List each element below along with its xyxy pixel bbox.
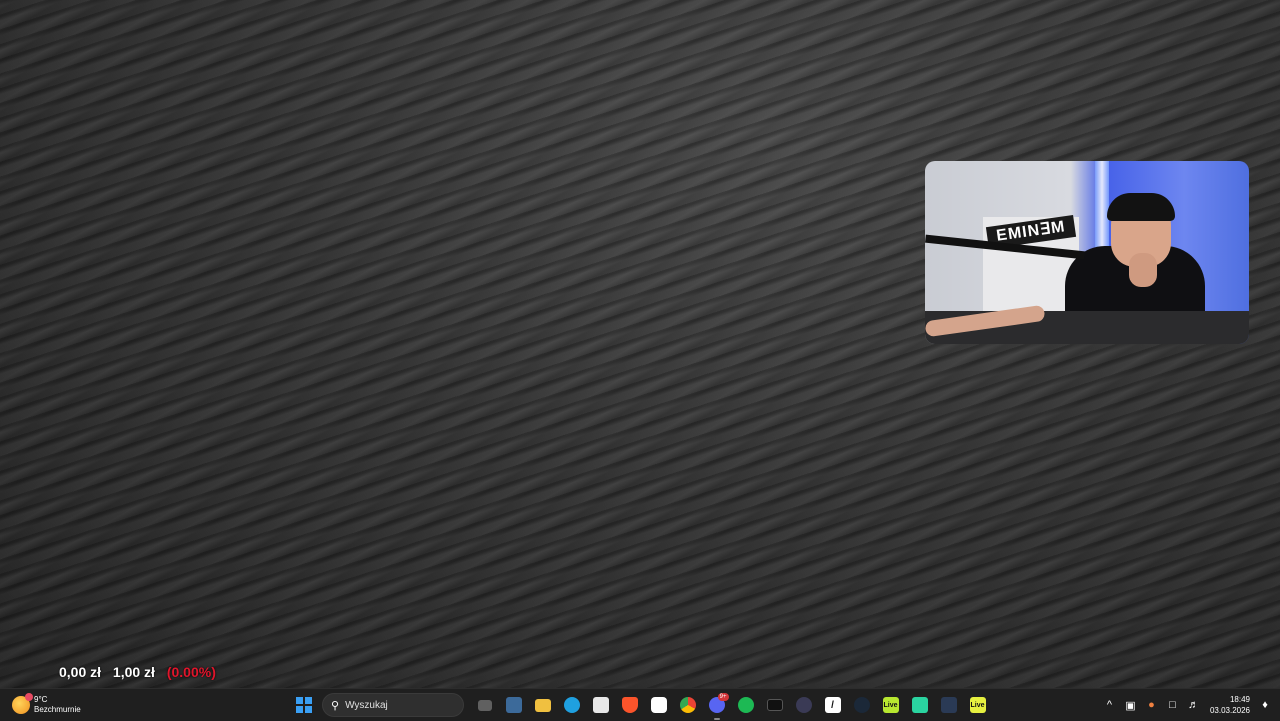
spotify-button[interactable] [734,693,758,717]
cloud-icon [650,697,667,713]
network-icon[interactable]: □ [1163,695,1181,715]
weather-text: 9°C Bezchmurnie [34,695,81,715]
weather-temp: 9°C [34,695,48,704]
notifications-bell-icon[interactable]: ♦ [1258,695,1272,715]
weather-widget[interactable]: 9°C Bezchmurnie [12,693,81,717]
store-icon [592,697,609,713]
davinci-button[interactable] [937,693,961,717]
live-icon: Live [882,697,899,713]
taskbar: 9°C Bezchmurnie ⚲ Wyszukaj 9+ / Live Liv… [0,688,1280,721]
task-view-button[interactable] [473,693,497,717]
widgets-icon [505,697,522,713]
spotify-icon [737,697,754,713]
bandana [1107,193,1175,221]
steam-button[interactable] [850,693,874,717]
search-icon: ⚲ [331,699,340,712]
microphone-icon[interactable]: ● [1142,695,1160,715]
streamer-hand [1129,253,1157,287]
live-icon: Live [969,697,986,713]
taskbar-center: ⚲ Wyszukaj 9+ / Live Live [289,689,992,721]
chrome-icon [679,697,696,713]
epic-icon: / [824,697,841,713]
terminal-icon [766,699,783,711]
widgets-button[interactable] [502,693,526,717]
edge-icon [563,697,580,713]
search-placeholder: Wyszukaj [345,699,388,711]
volume-icon[interactable]: ♬ [1184,695,1202,715]
stock-change: (0.00%) [166,664,216,680]
discord-badge: 9+ [717,693,729,701]
desktop-wallpaper [0,0,1280,688]
clock[interactable]: 18:49 03.03.2026 [1210,694,1250,716]
davinci-icon [940,697,957,713]
webcam-overlay: EMIN∃M [925,161,1249,344]
steam-icon [853,697,870,713]
dots-icon [795,697,812,713]
sun-icon [12,693,33,714]
start-button[interactable] [292,693,316,717]
live-button[interactable]: Live [879,693,903,717]
app-dots-button[interactable] [792,693,816,717]
weather-condition: Bezchmurnie [34,705,81,714]
search-box[interactable]: ⚲ Wyszukaj [322,693,464,717]
edge-button[interactable] [560,693,584,717]
discord-button[interactable]: 9+ [705,693,729,720]
tray-app-icon[interactable]: ▣ [1121,695,1139,715]
folder-icon [534,698,551,712]
stock-price-a: 0,00 zł [59,664,102,680]
notification-dot-icon [25,693,33,701]
onedrive-button[interactable] [647,693,671,717]
camera-icon [911,697,928,713]
system-tray: ^ ▣ ● □ ♬ 18:49 03.03.2026 ♦ [1099,689,1280,721]
brave-icon [621,697,638,713]
chevron-up-icon: ^ [1106,699,1113,711]
stock-ticker-widget: 0,00 zł 1,00 zł (0.00%) [59,664,224,680]
windows-logo-icon [295,697,312,713]
clock-date: 03.03.2026 [1209,706,1250,715]
stock-price-b: 1,00 zł [112,664,155,680]
store-button[interactable] [589,693,613,717]
task-view-icon [477,699,492,711]
obs-button[interactable] [908,693,932,717]
show-hidden-icons-button[interactable]: ^ [1100,695,1118,715]
clock-time: 18:49 [1229,695,1250,704]
chrome-button[interactable] [676,693,700,717]
terminal-button[interactable] [763,693,787,717]
live-button-2[interactable]: Live [966,693,990,717]
epic-games-button[interactable]: / [821,693,845,717]
file-explorer-button[interactable] [531,693,555,717]
brave-button[interactable] [618,693,642,717]
